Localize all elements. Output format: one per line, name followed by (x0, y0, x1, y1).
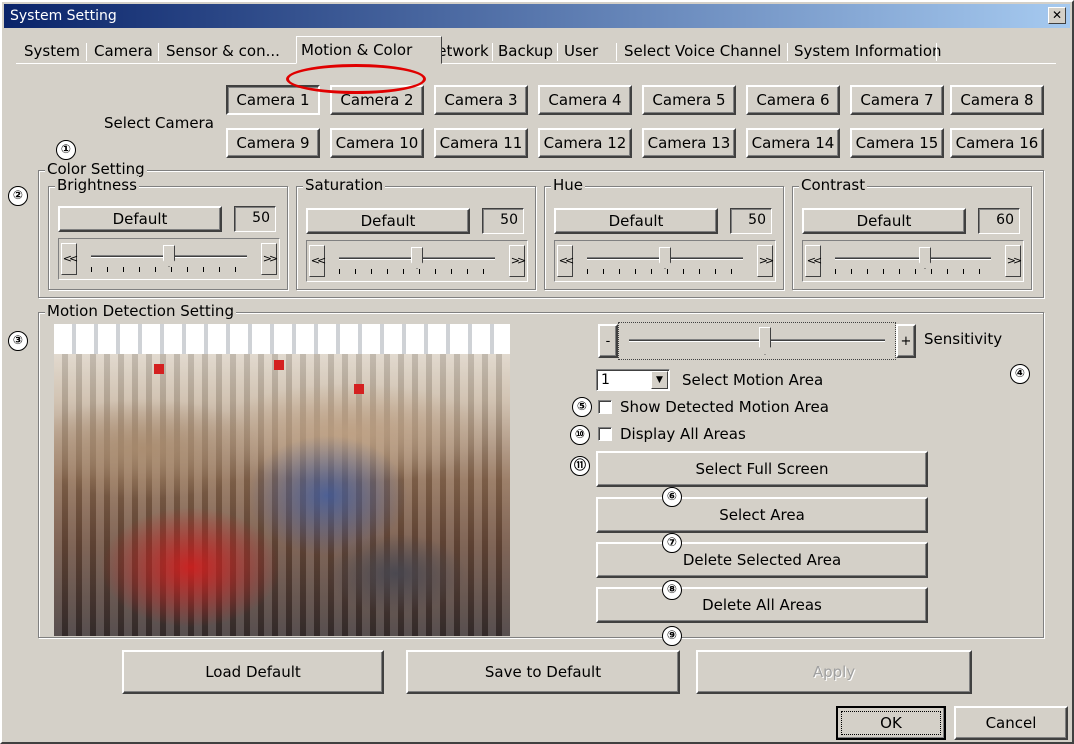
saturation-label: Saturation (303, 176, 386, 194)
camera-13-button[interactable]: Camera 13 (642, 128, 736, 158)
motion-area-value: 1 (601, 372, 610, 388)
chevron-down-icon[interactable]: ▼ (651, 371, 668, 389)
motion-detection-title: Motion Detection Setting (45, 302, 236, 320)
contrast-decrease-icon[interactable]: << (805, 245, 822, 277)
ok-button[interactable]: OK (836, 706, 946, 740)
delete-selected-area-button[interactable]: Delete Selected Area (596, 542, 928, 578)
brightness-slider[interactable]: << >> (58, 238, 280, 280)
camera-8-button[interactable]: Camera 8 (950, 85, 1044, 115)
camera-9-button[interactable]: Camera 9 (226, 128, 320, 158)
select-full-screen-button[interactable]: Select Full Screen (596, 451, 928, 487)
hue-default-button[interactable]: Default (554, 208, 718, 234)
annotation-marker-7: ⑦ (662, 533, 682, 553)
select-area-button[interactable]: Select Area (596, 497, 928, 533)
select-camera-label: Select Camera (104, 114, 214, 132)
saturation-default-button[interactable]: Default (306, 208, 470, 234)
annotation-marker-5: ⑤ (572, 397, 592, 417)
tab-system-information[interactable]: System Information (790, 40, 946, 64)
annotation-marker-4: ④ (1010, 364, 1030, 384)
camera-16-button[interactable]: Camera 16 (950, 128, 1044, 158)
saturation-slider[interactable]: << >> (306, 240, 528, 282)
camera-6-button[interactable]: Camera 6 (746, 85, 840, 115)
camera-3-button[interactable]: Camera 3 (434, 85, 528, 115)
annotation-marker-11: ⑪ (570, 456, 590, 476)
display-all-areas-label: Display All Areas (620, 425, 746, 443)
camera-12-button[interactable]: Camera 12 (538, 128, 632, 158)
annotation-marker-2: ② (8, 186, 28, 206)
camera-preview-image[interactable] (54, 324, 510, 636)
camera-15-button[interactable]: Camera 15 (850, 128, 944, 158)
brightness-increase-icon[interactable]: >> (261, 243, 278, 275)
hue-value: 50 (730, 208, 772, 234)
sensitivity-slider[interactable] (618, 322, 896, 360)
sensitivity-decrease-button[interactable]: - (598, 324, 618, 358)
saturation-decrease-icon[interactable]: << (309, 245, 326, 277)
motion-area-select[interactable]: 1 ▼ (596, 369, 670, 391)
camera-4-button[interactable]: Camera 4 (538, 85, 632, 115)
camera-10-button[interactable]: Camera 10 (330, 128, 424, 158)
select-motion-area-label: Select Motion Area (682, 371, 824, 389)
tab-select-voice-channel[interactable]: Select Voice Channel (620, 40, 785, 64)
contrast-label: Contrast (799, 176, 868, 194)
brightness-value: 50 (234, 206, 276, 232)
cancel-button[interactable]: Cancel (954, 706, 1068, 740)
tab-system[interactable]: System (20, 40, 84, 64)
title-bar: System Setting ✕ (4, 4, 1070, 28)
camera-11-button[interactable]: Camera 11 (434, 128, 528, 158)
hue-thumb[interactable] (659, 247, 671, 269)
contrast-thumb[interactable] (919, 247, 931, 269)
camera-5-button[interactable]: Camera 5 (642, 85, 736, 115)
sensitivity-thumb[interactable] (759, 327, 771, 355)
annotation-marker-6: ⑥ (662, 487, 682, 507)
annotation-marker-1: ① (56, 140, 76, 160)
hue-slider[interactable]: << >> (554, 240, 776, 282)
tab-camera[interactable]: Camera (90, 40, 157, 64)
window-title: System Setting (10, 8, 117, 24)
contrast-increase-icon[interactable]: >> (1005, 245, 1022, 277)
brightness-default-button[interactable]: Default (58, 206, 222, 232)
load-default-button[interactable]: Load Default (122, 650, 384, 694)
annotation-marker-8: ⑧ (662, 580, 682, 600)
camera-14-button[interactable]: Camera 14 (746, 128, 840, 158)
hue-increase-icon[interactable]: >> (757, 245, 774, 277)
brightness-label: Brightness (55, 176, 139, 194)
tab-user[interactable]: User (560, 40, 602, 64)
tab-motion-color[interactable]: Motion & Color (296, 36, 442, 64)
sensitivity-increase-button[interactable]: + (896, 324, 916, 358)
save-to-default-button[interactable]: Save to Default (406, 650, 680, 694)
tab-backup[interactable]: Backup (494, 40, 557, 64)
show-detected-motion-checkbox[interactable] (598, 400, 612, 414)
annotation-marker-3: ③ (8, 331, 28, 351)
delete-all-areas-button[interactable]: Delete All Areas (596, 587, 928, 623)
saturation-increase-icon[interactable]: >> (509, 245, 526, 277)
show-detected-motion-label: Show Detected Motion Area (620, 398, 829, 416)
hue-decrease-icon[interactable]: << (557, 245, 574, 277)
contrast-slider[interactable]: << >> (802, 240, 1024, 282)
highlight-annotation (286, 64, 426, 94)
apply-button[interactable]: Apply (696, 650, 972, 694)
contrast-default-button[interactable]: Default (802, 208, 966, 234)
camera-7-button[interactable]: Camera 7 (850, 85, 944, 115)
saturation-value: 50 (482, 208, 524, 234)
annotation-marker-10: ⑩ (570, 425, 590, 445)
contrast-value: 60 (978, 208, 1020, 234)
sensitivity-label: Sensitivity (924, 330, 1003, 348)
annotation-marker-9: ⑨ (662, 626, 682, 646)
brightness-thumb[interactable] (163, 245, 175, 267)
saturation-thumb[interactable] (411, 247, 423, 269)
tab-sensor-control[interactable]: Sensor & con... (162, 40, 284, 64)
close-icon[interactable]: ✕ (1048, 7, 1066, 24)
tab-page-edge (16, 63, 1056, 64)
display-all-areas-checkbox[interactable] (598, 427, 612, 441)
brightness-decrease-icon[interactable]: << (61, 243, 78, 275)
hue-label: Hue (551, 176, 586, 194)
